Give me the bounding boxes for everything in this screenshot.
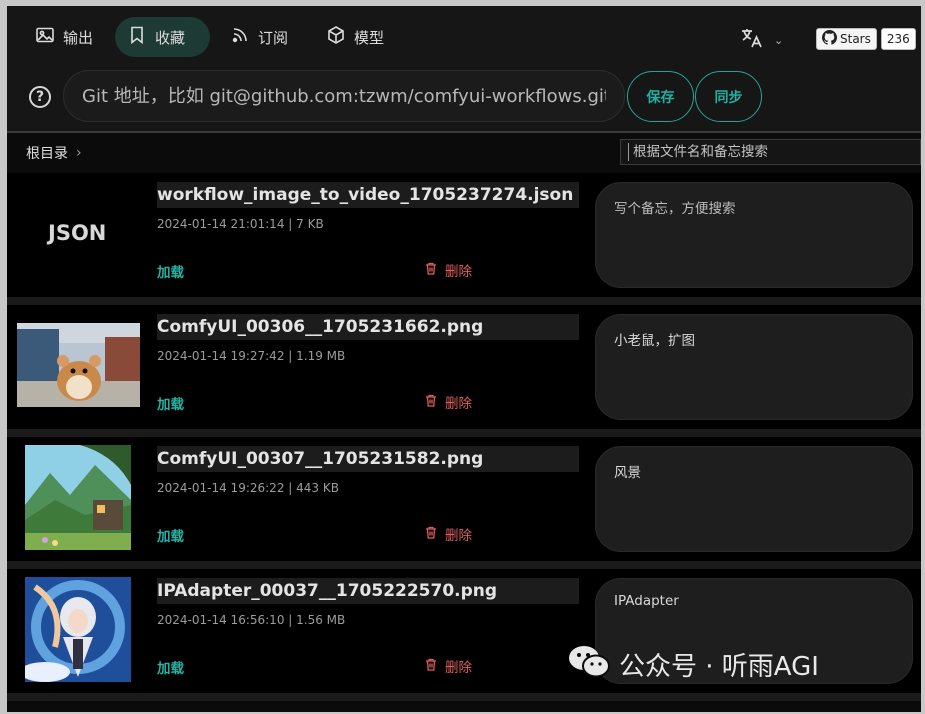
tab-subscribe-label: 订阅 bbox=[258, 28, 289, 47]
help-icon[interactable]: ? bbox=[29, 86, 51, 108]
trash-icon bbox=[425, 658, 437, 675]
file-meta: 2024-01-14 19:26:22 | 443 KB bbox=[157, 481, 339, 495]
file-name: ComfyUI_00306__1705231662.png bbox=[157, 314, 579, 340]
thumbnail-image bbox=[25, 577, 131, 682]
load-button[interactable]: 加载 bbox=[157, 657, 184, 677]
note-field[interactable] bbox=[595, 182, 913, 288]
stars-label: Stars bbox=[840, 32, 871, 46]
breadcrumb[interactable]: 根目录 › bbox=[26, 143, 82, 163]
file-name: ComfyUI_00307__1705231582.png bbox=[157, 446, 579, 472]
rss-icon bbox=[230, 25, 250, 49]
breadcrumb-root[interactable]: 根目录 bbox=[26, 143, 68, 163]
translate-icon bbox=[740, 26, 764, 54]
trash-icon bbox=[425, 526, 437, 543]
note-field[interactable] bbox=[595, 446, 913, 552]
delete-button[interactable]: 删除 bbox=[425, 392, 472, 412]
delete-button[interactable]: 删除 bbox=[425, 656, 472, 676]
card-separator bbox=[7, 429, 921, 437]
watermark: 公众号 · 听雨AGI bbox=[567, 642, 819, 687]
delete-label: 删除 bbox=[445, 660, 472, 676]
language-switcher[interactable]: ⌄ bbox=[740, 26, 783, 54]
delete-label: 删除 bbox=[445, 528, 472, 544]
file-card: ComfyUI_00306__1705231662.png 2024-01-14… bbox=[7, 305, 921, 429]
thumbnail-image bbox=[25, 445, 131, 550]
chevron-right-icon: › bbox=[76, 145, 82, 161]
sync-button[interactable]: 同步 bbox=[695, 71, 762, 122]
load-button[interactable]: 加载 bbox=[157, 261, 184, 281]
top-nav: 输出 收藏 订阅 模型 ⌄ Stars 236 bbox=[7, 6, 921, 68]
git-url-input[interactable] bbox=[63, 70, 625, 122]
search-input[interactable] bbox=[633, 144, 903, 160]
tab-favorites-label: 收藏 bbox=[155, 28, 186, 47]
watermark-text: 公众号 · 听雨AGI bbox=[619, 652, 819, 682]
github-stars-button[interactable]: Stars bbox=[816, 28, 877, 50]
chevron-down-icon: ⌄ bbox=[774, 33, 784, 47]
github-stars[interactable]: Stars 236 bbox=[816, 28, 916, 50]
card-separator bbox=[7, 297, 921, 305]
text-cursor bbox=[628, 143, 629, 161]
cube-icon bbox=[326, 25, 346, 49]
thumbnail-image bbox=[17, 323, 140, 407]
file-meta: 2024-01-14 16:56:10 | 1.56 MB bbox=[157, 613, 346, 627]
github-icon bbox=[822, 30, 837, 48]
git-repo-bar: ? 保存 同步 bbox=[7, 68, 921, 132]
wechat-icon bbox=[567, 642, 611, 687]
delete-button[interactable]: 删除 bbox=[425, 524, 472, 544]
app-window: 输出 收藏 订阅 模型 ⌄ Stars 236 ? Git 地址，比如 git@… bbox=[7, 6, 921, 712]
image-icon bbox=[35, 25, 55, 49]
tab-favorites[interactable]: 收藏 bbox=[115, 17, 210, 57]
delete-label: 删除 bbox=[445, 264, 472, 280]
file-name: workflow_image_to_video_1705237274.json bbox=[157, 182, 579, 208]
divider bbox=[7, 131, 921, 133]
delete-label: 删除 bbox=[445, 396, 472, 412]
save-button[interactable]: 保存 bbox=[627, 71, 694, 122]
tab-output[interactable]: 输出 bbox=[23, 17, 105, 57]
card-separator bbox=[7, 693, 921, 701]
note-field[interactable] bbox=[595, 314, 913, 420]
tab-output-label: 输出 bbox=[63, 28, 94, 47]
json-thumbnail: JSON bbox=[48, 221, 107, 245]
trash-icon bbox=[425, 262, 437, 279]
tab-models-label: 模型 bbox=[354, 28, 385, 47]
file-card: JSON workflow_image_to_video_1705237274.… bbox=[7, 173, 921, 297]
stars-count: 236 bbox=[880, 28, 916, 50]
file-name: IPAdapter_00037__1705222570.png bbox=[157, 578, 579, 604]
search-box[interactable] bbox=[620, 139, 921, 165]
delete-button[interactable]: 删除 bbox=[425, 260, 472, 280]
trash-icon bbox=[425, 394, 437, 411]
load-button[interactable]: 加载 bbox=[157, 525, 184, 545]
file-card: ComfyUI_00307__1705231582.png 2024-01-14… bbox=[7, 437, 921, 561]
file-meta: 2024-01-14 19:27:42 | 1.19 MB bbox=[157, 349, 346, 363]
load-button[interactable]: 加载 bbox=[157, 393, 184, 413]
tab-models[interactable]: 模型 bbox=[314, 17, 396, 57]
tab-subscribe[interactable]: 订阅 bbox=[218, 17, 300, 57]
file-meta: 2024-01-14 21:01:14 | 7 KB bbox=[157, 217, 324, 231]
card-separator bbox=[7, 561, 921, 569]
bookmark-icon bbox=[127, 25, 147, 49]
